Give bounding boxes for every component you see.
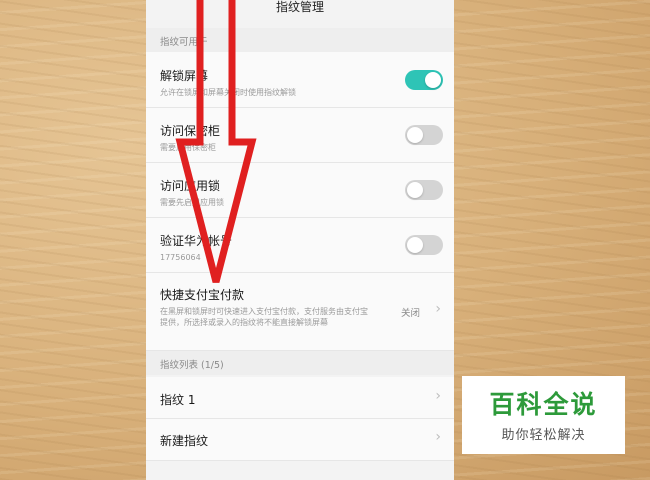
toggle-knob (407, 127, 423, 143)
unlock-screen-toggle[interactable] (405, 70, 443, 90)
section-usage-header: 指纹可用于 (146, 28, 454, 52)
row-unlock-screen[interactable]: 解锁屏幕 允许在锁屏和屏幕关闭时使用指纹解锁 (146, 52, 454, 108)
row-alipay-title: 快捷支付宝付款 (160, 288, 245, 302)
alipay-status-value: 关闭 (400, 308, 420, 319)
watermark-title: 百科全说 (489, 390, 598, 419)
watermark-logo: 百科全说 助你轻松解决 (462, 376, 625, 454)
phone-screen: 指纹管理 指纹可用于 解锁屏幕 允许在锁屏和屏幕关闭时使用指纹解锁 访问保密柜 … (146, 0, 454, 480)
section-list-header: 指纹列表 (1/5) (146, 351, 454, 375)
list-item-new-fingerprint[interactable]: 新建指纹 › (146, 419, 454, 461)
row-safe-box[interactable]: 访问保密柜 需要启用保密柜 (146, 108, 454, 163)
list-item-fingerprint-1[interactable]: 指纹 1 › (146, 377, 454, 419)
chevron-right-icon: › (435, 429, 441, 445)
toggle-knob (407, 237, 423, 253)
safe-box-toggle[interactable] (405, 125, 443, 145)
app-lock-toggle[interactable] (405, 180, 443, 200)
row-huawei-account[interactable]: 验证华为帐号 17756064 (146, 218, 454, 273)
page-title: 指纹管理 (146, 0, 454, 28)
list-item-label: 新建指纹 (160, 434, 209, 448)
huawei-account-toggle[interactable] (405, 235, 443, 255)
toggle-knob (407, 182, 423, 198)
chevron-right-icon: › (435, 301, 441, 317)
row-alipay[interactable]: 快捷支付宝付款 在黑屏和锁屏时可快速进入支付宝付款，支付服务由支付宝提供，所选择… (146, 273, 454, 351)
list-item-label: 指纹 1 (160, 393, 196, 407)
row-app-lock[interactable]: 访问应用锁 需要先启用应用锁 (146, 163, 454, 218)
row-alipay-subtitle: 在黑屏和锁屏时可快速进入支付宝付款，支付服务由支付宝提供，所选择或录入的指纹将不… (160, 307, 368, 327)
chevron-right-icon: › (435, 388, 441, 404)
watermark-subtitle: 助你轻松解决 (501, 428, 586, 443)
toggle-knob (425, 72, 441, 88)
